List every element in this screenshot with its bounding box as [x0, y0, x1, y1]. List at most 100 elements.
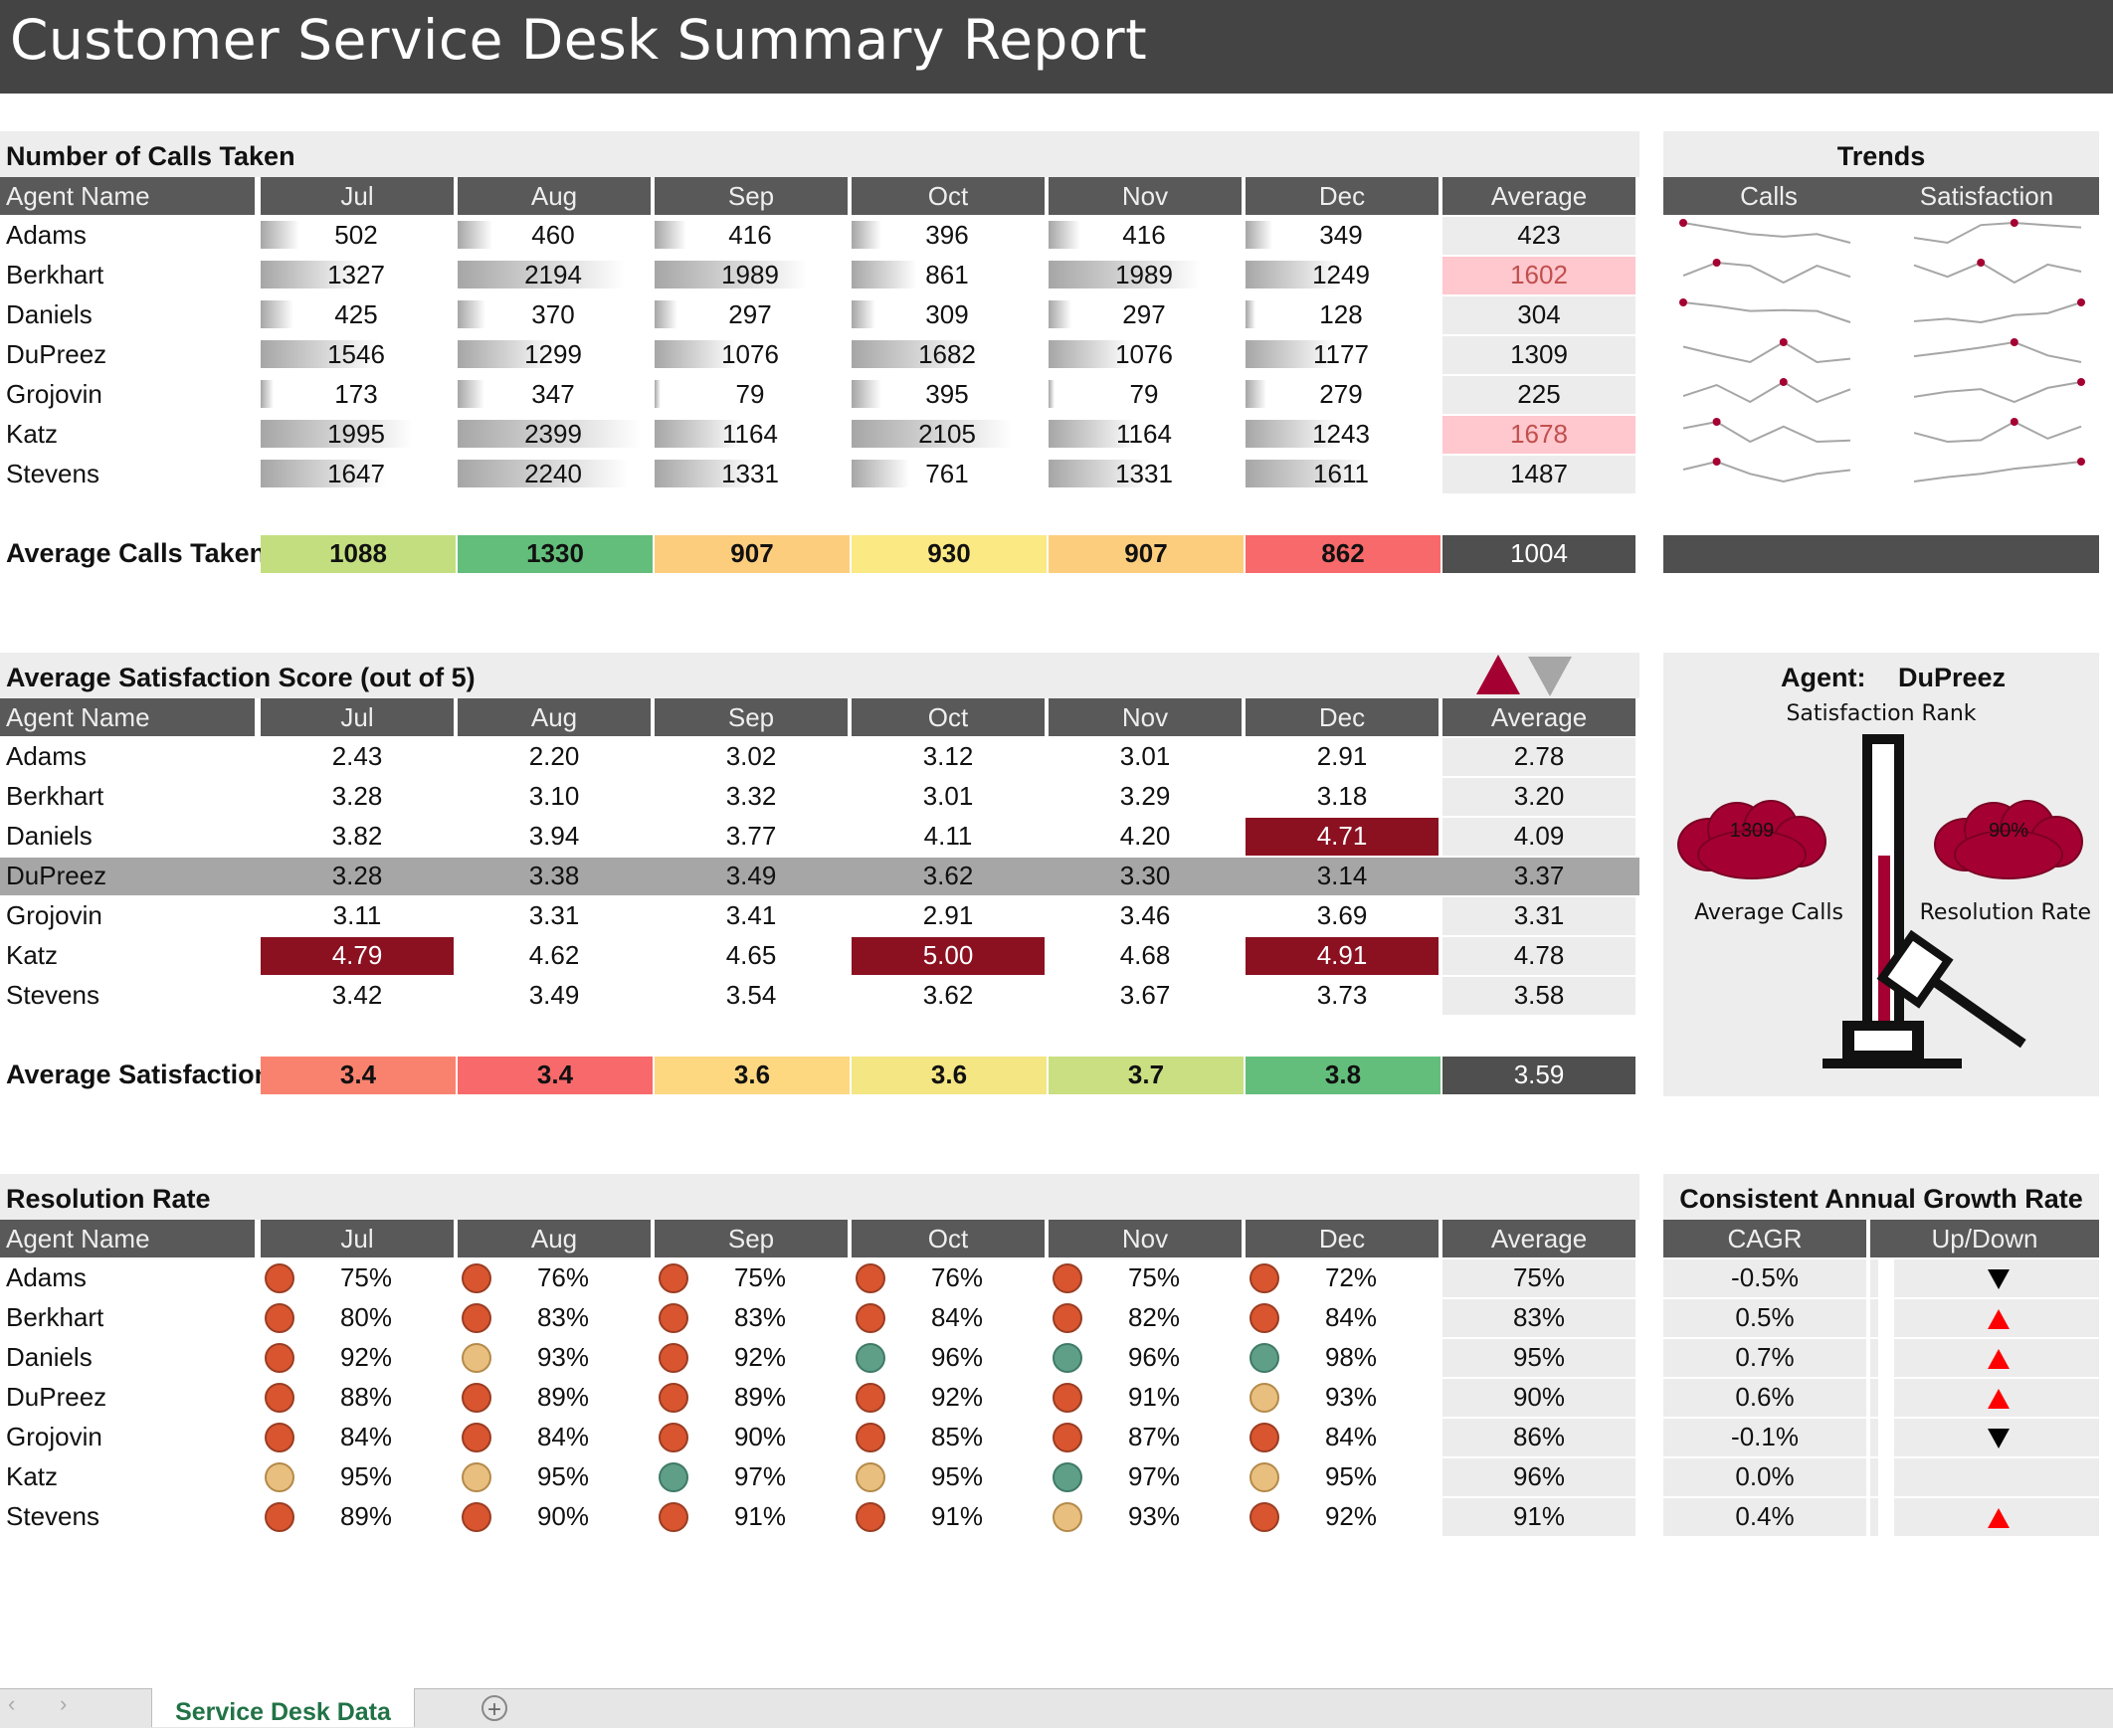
col-header-sep: Sep: [655, 177, 848, 215]
calls-cell: 1177: [1246, 336, 1437, 374]
resolution-value: 98%: [1324, 1342, 1378, 1372]
col-header-agent: Agent Name: [0, 1220, 255, 1257]
col-header-aug: Aug: [458, 177, 651, 215]
cagr-value: 0.0%: [1663, 1458, 1866, 1496]
resolution-value: 90%: [733, 1422, 787, 1451]
resolution-average: 86%: [1442, 1419, 1635, 1456]
resolution-value: 89%: [536, 1382, 590, 1412]
calls-cell: 79: [1049, 376, 1240, 414]
calls-sparkline: [1682, 420, 1851, 444]
agent-name[interactable]: Katz: [0, 937, 255, 975]
agent-name[interactable]: Berkhart: [0, 778, 255, 816]
agent-name: Katz: [6, 419, 59, 449]
resolution-value: 95%: [1324, 1461, 1378, 1491]
col-header-sep: Sep: [655, 698, 848, 736]
updown-indicator-cell: [1894, 1419, 2099, 1456]
calls-value: 347: [531, 379, 575, 409]
avg-calls-label: Average Calls: [1694, 900, 1843, 925]
calls-cell: 1327: [261, 257, 452, 294]
calls-value: 1647: [327, 459, 385, 488]
satisfaction-value: 4.91: [1246, 937, 1439, 975]
scroll-left-icon[interactable]: ‹: [8, 1691, 15, 1717]
trends-title: Trends: [1836, 141, 1926, 171]
satisfaction-value: 4.79: [261, 937, 454, 975]
resolution-status-icon: [856, 1462, 885, 1492]
col-header-dec: Dec: [1246, 698, 1439, 736]
satisfaction-value: 4.20: [1119, 821, 1171, 851]
sheet-tab-service-desk-data[interactable]: Service Desk Data: [151, 1688, 415, 1727]
satisfaction-sparkline-max-marker: [1977, 259, 1986, 267]
calls-value: 1177: [1313, 339, 1369, 369]
satisfaction-average: 3.20: [1442, 778, 1635, 816]
resolution-value: 97%: [1127, 1461, 1181, 1491]
satisfaction-value: 3.42: [331, 980, 383, 1010]
col-header-nov: Nov: [1049, 177, 1242, 215]
scroll-right-icon[interactable]: ›: [60, 1691, 67, 1717]
calls-average: 1678: [1442, 416, 1635, 454]
satisfaction-summary-value: 3.6: [852, 1057, 1047, 1094]
resolution-status-icon: [856, 1263, 885, 1293]
calls-value: 309: [925, 299, 969, 329]
calls-value: 1076: [721, 339, 779, 369]
calls-cell: 1989: [1049, 257, 1240, 294]
calls-cell: 1331: [1049, 456, 1240, 493]
resolution-average: 83%: [1442, 1299, 1635, 1337]
agent-name[interactable]: Stevens: [0, 977, 255, 1015]
calls-sparkline-max-marker: [1779, 338, 1788, 346]
resolution-status-icon: [1053, 1383, 1082, 1413]
calls-cell: 1164: [1049, 416, 1240, 454]
agent-name[interactable]: Daniels: [0, 818, 255, 856]
calls-cell: 173: [261, 376, 452, 414]
agent-name[interactable]: DuPreez: [0, 858, 255, 895]
satisfaction-sparkline-max-marker: [2010, 219, 2018, 227]
calls-value: 349: [1319, 220, 1363, 250]
resolution-status-icon: [1053, 1343, 1082, 1373]
calls-cell: 128: [1246, 296, 1437, 334]
add-sheet-icon[interactable]: +: [481, 1695, 507, 1722]
satisfaction-value: 3.18: [1316, 781, 1368, 811]
satisfaction-value: 3.14: [1316, 861, 1368, 890]
cagr-value: 0.4%: [1663, 1498, 1866, 1536]
updown-cell: [1870, 1339, 1878, 1377]
satisfaction-average: 3.58: [1442, 977, 1635, 1015]
calls-sparkline-max-marker: [1679, 298, 1687, 306]
resolution-value: 96%: [930, 1342, 984, 1372]
calls-cell: 416: [655, 217, 846, 255]
satisfaction-value: 3.01: [1119, 741, 1171, 771]
resolution-value: 72%: [1324, 1262, 1378, 1292]
resolution-value: 84%: [1324, 1302, 1378, 1332]
resolution-value: 91%: [930, 1501, 984, 1531]
calls-cell: 1995: [261, 416, 452, 454]
updown-cell: [1870, 1299, 1878, 1337]
calls-cell: 1076: [1049, 336, 1240, 374]
calls-cell: 1611: [1246, 456, 1437, 493]
calls-average: 1487: [1442, 456, 1635, 493]
updown-cell: [1870, 1458, 1878, 1496]
resolution-status-icon: [265, 1502, 294, 1532]
satisfaction-sparkline: [1913, 381, 2082, 404]
resolution-status-icon: [462, 1462, 491, 1492]
resolution-value: 75%: [339, 1262, 393, 1292]
scroll-up-icon[interactable]: [1476, 655, 1520, 694]
satisfaction-value: 3.31: [528, 900, 580, 930]
agent-name[interactable]: Adams: [0, 738, 255, 776]
updown-cell: [1870, 1259, 1878, 1297]
satisfaction-summary-value: 3.59: [1442, 1057, 1635, 1094]
calls-cell: 1546: [261, 336, 452, 374]
resolution-value: 95%: [536, 1461, 590, 1491]
agent-name[interactable]: Grojovin: [0, 897, 255, 935]
calls-cell: 2399: [458, 416, 649, 454]
resolution-average: 75%: [1442, 1259, 1635, 1297]
updown-indicator-cell: [1894, 1379, 2099, 1417]
scroll-down-icon[interactable]: [1528, 657, 1572, 696]
resolution-status-icon: [1053, 1263, 1082, 1293]
calls-value: 396: [925, 220, 969, 250]
satisfaction-summary-value: 3.4: [458, 1057, 653, 1094]
calls-value: 1546: [327, 339, 385, 369]
calls-value: 1989: [721, 260, 779, 289]
resolution-value: 97%: [733, 1461, 787, 1491]
satisfaction-value: 3.62: [922, 980, 974, 1010]
satisfaction-average: 2.78: [1442, 738, 1635, 776]
satisfaction-summary-value: 3.8: [1246, 1057, 1441, 1094]
calls-cell: 2194: [458, 257, 649, 294]
